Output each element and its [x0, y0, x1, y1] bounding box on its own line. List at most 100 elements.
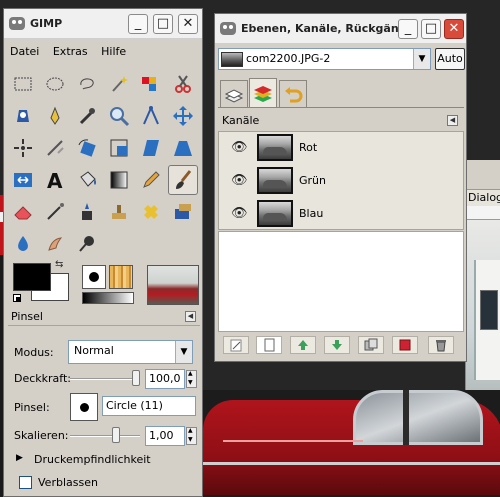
bucket-fill-icon[interactable]: [72, 165, 102, 195]
blur-icon[interactable]: [8, 229, 38, 259]
dialog-titlebar[interactable]: Ebenen, Kanäle, Rückgängig _ □ ✕: [215, 14, 466, 44]
text-icon[interactable]: A: [40, 165, 70, 195]
clone-icon[interactable]: [104, 197, 134, 227]
tab-divider: [218, 107, 464, 108]
mode-dropdown[interactable]: Normal ▼: [68, 340, 193, 364]
paths-icon[interactable]: [40, 101, 70, 131]
scale-icon[interactable]: [104, 133, 134, 163]
channel-row-red[interactable]: 👁 Rot: [219, 132, 463, 164]
auto-button[interactable]: Auto: [435, 48, 465, 70]
airbrush-icon[interactable]: [40, 197, 70, 227]
ink-icon[interactable]: [72, 197, 102, 227]
layers-channels-dialog[interactable]: Ebenen, Kanäle, Rückgängig _ □ ✕ com2200…: [214, 13, 467, 362]
raise-channel-icon[interactable]: [290, 336, 316, 354]
edit-channel-icon[interactable]: [223, 336, 249, 354]
scale-slider-track[interactable]: [70, 435, 140, 437]
heal-icon[interactable]: [136, 197, 166, 227]
menu-hilfe[interactable]: Hilfe: [101, 45, 126, 58]
fade-label: Verblassen: [38, 476, 98, 489]
swap-colors-icon[interactable]: ⇆: [55, 259, 63, 270]
paintbrush-icon[interactable]: [168, 165, 198, 195]
lower-channel-icon[interactable]: [324, 336, 350, 354]
gimp-toolbox-window[interactable]: GIMP _ □ ✕ Datei Extras Hilfe A ⇆ Pinsel…: [3, 8, 203, 497]
eye-icon[interactable]: 👁: [231, 173, 248, 189]
image-window-menu-label[interactable]: Dialoge: [468, 191, 500, 204]
maximize-button[interactable]: □: [421, 19, 441, 39]
dodge-burn-icon[interactable]: [72, 229, 102, 259]
tab-undo-history[interactable]: [279, 80, 307, 108]
eye-icon[interactable]: 👁: [231, 140, 248, 156]
lasso-select-icon[interactable]: [72, 69, 102, 99]
maximize-button[interactable]: □: [153, 14, 173, 34]
minimize-button[interactable]: _: [398, 19, 418, 39]
rotate-icon[interactable]: [72, 133, 102, 163]
smudge-icon[interactable]: [40, 229, 70, 259]
opacity-input[interactable]: 100,0: [145, 369, 185, 389]
active-pattern-preview[interactable]: [109, 265, 133, 289]
perspective-clone-icon[interactable]: [168, 197, 198, 227]
select-by-color-icon[interactable]: [136, 69, 166, 99]
zoom-icon[interactable]: [104, 101, 134, 131]
measure-icon[interactable]: [136, 101, 166, 131]
scale-label: Skalieren:: [14, 429, 69, 442]
blend-icon[interactable]: [104, 165, 134, 195]
expander-arrow-icon[interactable]: ▶: [16, 453, 23, 463]
channel-row-green[interactable]: 👁 Grün: [219, 165, 463, 197]
active-brush-preview[interactable]: [82, 265, 106, 289]
brush-name-field[interactable]: Circle (11): [102, 396, 196, 416]
foreground-color-swatch[interactable]: [13, 263, 51, 291]
chevron-down-icon[interactable]: ▼: [413, 49, 430, 69]
fade-checkbox[interactable]: [19, 476, 32, 489]
pressure-sensitivity-label[interactable]: Druckempfindlichkeit: [34, 453, 151, 466]
tab-channels[interactable]: [249, 78, 277, 108]
image-name: com2200.JPG-2: [246, 52, 331, 65]
opacity-slider-track[interactable]: [70, 378, 140, 380]
rect-select-icon[interactable]: [8, 69, 38, 99]
channel-row-blue[interactable]: 👁 Blau: [219, 198, 463, 230]
car-glass: [353, 390, 483, 445]
car-pillar: [403, 390, 409, 445]
channel-to-selection-icon[interactable]: [392, 336, 418, 354]
foreground-select-icon[interactable]: [8, 101, 38, 131]
tab-layers[interactable]: [220, 80, 248, 108]
scale-slider-thumb[interactable]: [112, 427, 120, 443]
close-button[interactable]: ✕: [444, 19, 464, 39]
brush-circle-icon: [80, 403, 89, 412]
minimize-button[interactable]: _: [128, 14, 148, 34]
opacity-slider-thumb[interactable]: [132, 370, 140, 386]
align-icon[interactable]: [8, 133, 38, 163]
fuzzy-select-icon[interactable]: [104, 69, 134, 99]
car-stripe: [223, 440, 363, 442]
custom-channels-list[interactable]: [218, 231, 464, 332]
perspective-icon[interactable]: [168, 133, 198, 163]
crop-icon[interactable]: [40, 133, 70, 163]
brush-picker-button[interactable]: [70, 393, 98, 421]
scale-spinner[interactable]: [186, 427, 197, 445]
active-gradient-preview[interactable]: [82, 292, 134, 304]
pencil-icon[interactable]: [136, 165, 166, 195]
eye-icon[interactable]: 👁: [231, 206, 248, 222]
new-channel-icon[interactable]: [256, 336, 282, 354]
flip-icon[interactable]: [8, 165, 38, 195]
scale-input[interactable]: 1,00: [145, 426, 185, 446]
duplicate-channel-icon[interactable]: [358, 336, 384, 354]
image-selector-dropdown[interactable]: com2200.JPG-2 ▼: [218, 48, 431, 70]
tab-menu-arrow-icon[interactable]: ◀: [447, 115, 458, 126]
move-icon[interactable]: [168, 101, 198, 131]
opacity-spinner[interactable]: [186, 370, 197, 388]
eraser-icon[interactable]: [8, 197, 38, 227]
delete-channel-icon[interactable]: [428, 336, 454, 354]
menu-datei[interactable]: Datei: [10, 45, 39, 58]
chevron-down-icon[interactable]: ▼: [175, 341, 192, 363]
close-button[interactable]: ✕: [178, 14, 198, 34]
menu-extras[interactable]: Extras: [53, 45, 88, 58]
active-image-thumbnail[interactable]: [147, 265, 199, 305]
shear-icon[interactable]: [136, 133, 166, 163]
tab-menu-arrow-icon[interactable]: ◀: [185, 311, 196, 322]
color-picker-icon[interactable]: [72, 101, 102, 131]
toolbox-titlebar[interactable]: GIMP _ □ ✕: [4, 9, 202, 39]
ellipse-select-icon[interactable]: [40, 69, 70, 99]
scissors-select-icon[interactable]: [168, 69, 198, 99]
reset-colors-icon[interactable]: [13, 294, 21, 302]
image-window-titlebar[interactable]: [466, 160, 500, 190]
